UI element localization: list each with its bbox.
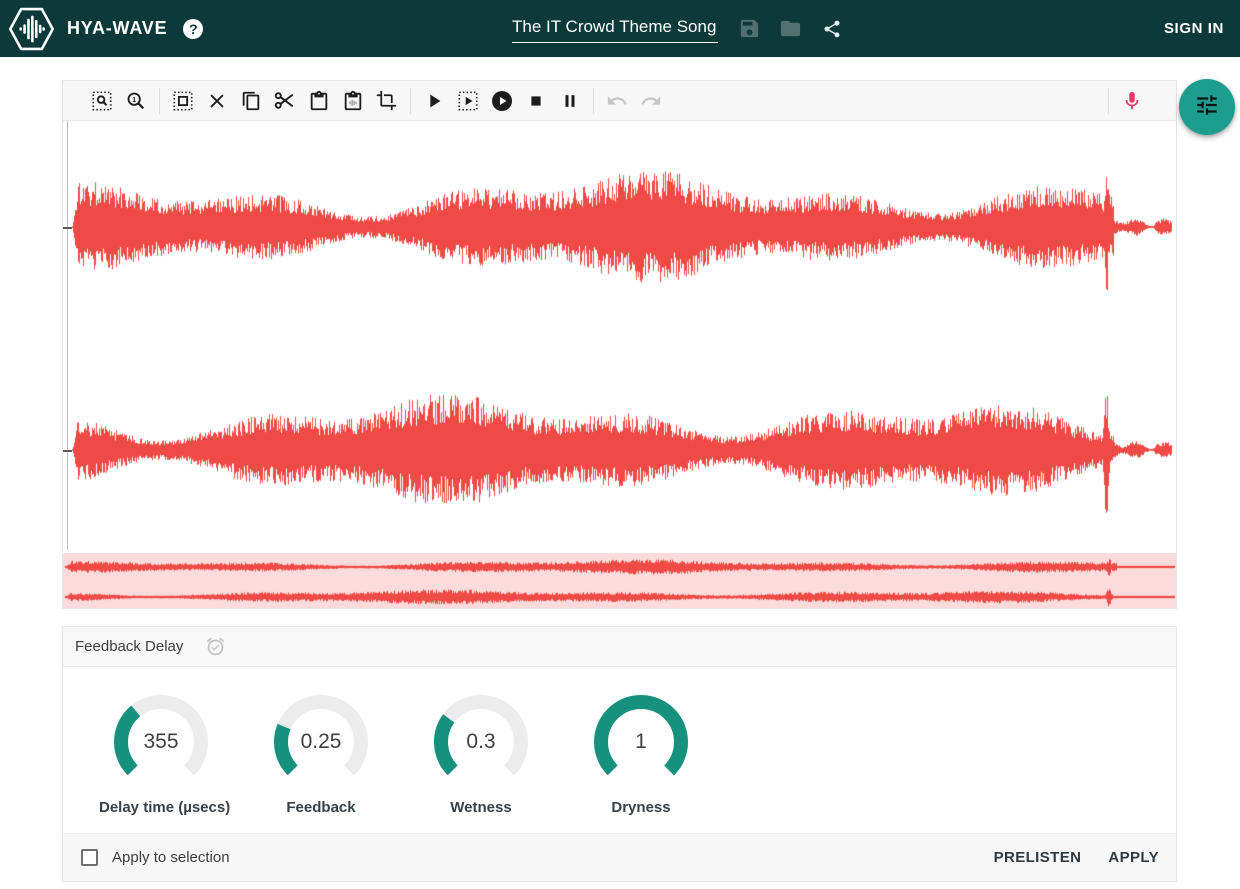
- paste-insert-icon-button[interactable]: [340, 88, 365, 113]
- effect-panel: Feedback Delay 355Delay time (µsecs) 0.25…: [62, 626, 1177, 882]
- knob-dryness-value: 1: [585, 686, 697, 798]
- toolbar-divider: [159, 88, 160, 114]
- play-all-icon-button[interactable]: [489, 88, 514, 113]
- knob-wetness: 0.3Wetness: [419, 686, 543, 833]
- copy-icon-button[interactable]: [238, 88, 263, 113]
- knob-feedback-dial[interactable]: 0.25: [265, 686, 377, 798]
- knob-dryness: 1Dryness: [579, 686, 703, 833]
- track-title-input[interactable]: [512, 15, 718, 43]
- apply-to-selection-label: Apply to selection: [112, 849, 230, 866]
- effect-panel-footer: Apply to selection PRELISTEN APPLY: [63, 833, 1176, 881]
- prelisten-button[interactable]: PRELISTEN: [994, 849, 1082, 866]
- track-header-group: [512, 0, 842, 57]
- stereo-waveform-canvas[interactable]: [63, 121, 1176, 550]
- paste-icon-button[interactable]: [306, 88, 331, 113]
- clear-selection-icon-button[interactable]: [204, 88, 229, 113]
- help-icon[interactable]: ?: [183, 19, 203, 39]
- apply-to-selection-checkbox[interactable]: [81, 849, 98, 866]
- waveform-display[interactable]: [63, 121, 1176, 550]
- cut-icon-button[interactable]: [272, 88, 297, 113]
- save-icon[interactable]: [738, 17, 761, 40]
- toolbar-divider: [410, 88, 411, 114]
- undo-icon-button[interactable]: [604, 88, 629, 113]
- zoom-selection-icon-button[interactable]: [89, 88, 114, 113]
- app-header: HYA-WAVE ? SIGN IN: [0, 0, 1240, 57]
- sign-in-button[interactable]: SIGN IN: [1164, 20, 1224, 37]
- knob-feedback-label: Feedback: [259, 799, 383, 816]
- editor-toolbar: 1: [63, 81, 1176, 121]
- open-folder-icon[interactable]: [779, 17, 802, 40]
- knob-wetness-value: 0.3: [425, 686, 537, 798]
- play-icon-button[interactable]: [421, 88, 446, 113]
- minimap-canvas[interactable]: [63, 553, 1176, 608]
- stop-icon-button[interactable]: [523, 88, 548, 113]
- knob-delay-time: 355Delay time (µsecs): [99, 686, 223, 833]
- zoom-one-to-one-icon-button[interactable]: 1: [123, 88, 148, 113]
- select-all-icon-button[interactable]: [170, 88, 195, 113]
- knob-wetness-dial[interactable]: 0.3: [425, 686, 537, 798]
- knob-delay-time-label: Delay time (µsecs): [99, 799, 223, 816]
- waveform-minimap[interactable]: [63, 550, 1176, 608]
- redo-icon-button[interactable]: [638, 88, 663, 113]
- effect-actions: PRELISTEN APPLY: [967, 849, 1159, 866]
- playhead-cursor: [67, 121, 68, 550]
- knob-feedback-value: 0.25: [265, 686, 377, 798]
- pause-icon-button[interactable]: [557, 88, 582, 113]
- tune-icon: [1194, 92, 1220, 123]
- channel-right-zero-tick: [63, 450, 72, 452]
- knob-wetness-label: Wetness: [419, 799, 543, 816]
- knob-delay-time-value: 355: [105, 686, 217, 798]
- knob-row: 355Delay time (µsecs) 0.25Feedback 0.3Wetn…: [63, 667, 1176, 833]
- effect-title: Feedback Delay: [75, 638, 183, 655]
- knob-dryness-label: Dryness: [579, 799, 703, 816]
- effect-panel-header: Feedback Delay: [63, 627, 1176, 667]
- share-icon[interactable]: [822, 19, 842, 39]
- toolbar-divider: [593, 88, 594, 114]
- effects-fab-button[interactable]: [1179, 79, 1235, 135]
- channel-left-zero-tick: [63, 227, 72, 229]
- knob-dryness-dial[interactable]: 1: [585, 686, 697, 798]
- alarm-on-icon[interactable]: [205, 636, 226, 657]
- app-logo-icon: [9, 6, 54, 52]
- knob-delay-time-dial[interactable]: 355: [105, 686, 217, 798]
- knob-feedback: 0.25Feedback: [259, 686, 383, 833]
- editor-panel: 1: [62, 80, 1177, 609]
- brand-name: HYA-WAVE: [67, 18, 167, 39]
- play-selection-icon-button[interactable]: [455, 88, 480, 113]
- toolbar-divider: [1108, 88, 1109, 114]
- record-mic-icon-button[interactable]: [1119, 88, 1144, 113]
- crop-icon-button[interactable]: [374, 88, 399, 113]
- apply-button[interactable]: APPLY: [1108, 849, 1159, 866]
- svg-text:1: 1: [132, 94, 136, 103]
